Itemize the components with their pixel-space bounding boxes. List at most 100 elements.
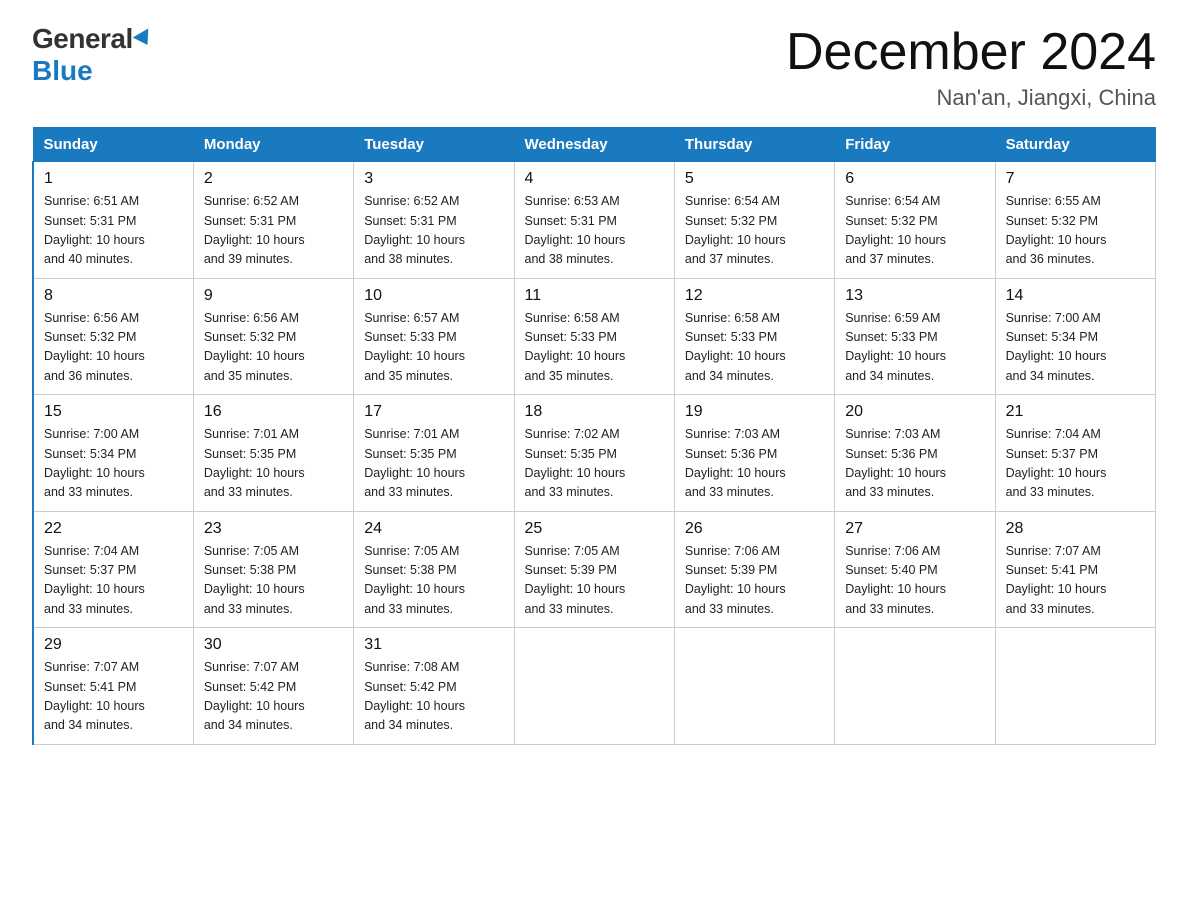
table-row: 9 Sunrise: 6:56 AM Sunset: 5:32 PM Dayli… xyxy=(193,278,353,395)
page-header: General Blue December 2024 Nan'an, Jiang… xyxy=(32,24,1156,111)
day-number: 28 xyxy=(1006,520,1145,538)
table-row: 27 Sunrise: 7:06 AM Sunset: 5:40 PM Dayl… xyxy=(835,511,995,628)
table-row: 1 Sunrise: 6:51 AM Sunset: 5:31 PM Dayli… xyxy=(33,162,193,279)
day-number: 3 xyxy=(364,170,503,188)
day-number: 29 xyxy=(44,636,183,654)
table-row: 6 Sunrise: 6:54 AM Sunset: 5:32 PM Dayli… xyxy=(835,162,995,279)
day-info: Sunrise: 7:05 AM Sunset: 5:39 PM Dayligh… xyxy=(525,542,664,620)
day-number: 12 xyxy=(685,287,824,305)
day-number: 13 xyxy=(845,287,984,305)
logo: General Blue xyxy=(32,24,153,87)
day-number: 8 xyxy=(44,287,183,305)
day-number: 20 xyxy=(845,403,984,421)
calendar-week-row: 15 Sunrise: 7:00 AM Sunset: 5:34 PM Dayl… xyxy=(33,395,1156,512)
day-info: Sunrise: 7:02 AM Sunset: 5:35 PM Dayligh… xyxy=(525,425,664,503)
table-row: 22 Sunrise: 7:04 AM Sunset: 5:37 PM Dayl… xyxy=(33,511,193,628)
table-row: 10 Sunrise: 6:57 AM Sunset: 5:33 PM Dayl… xyxy=(354,278,514,395)
table-row: 15 Sunrise: 7:00 AM Sunset: 5:34 PM Dayl… xyxy=(33,395,193,512)
day-number: 6 xyxy=(845,170,984,188)
day-info: Sunrise: 7:04 AM Sunset: 5:37 PM Dayligh… xyxy=(44,542,183,620)
day-number: 27 xyxy=(845,520,984,538)
table-row: 13 Sunrise: 6:59 AM Sunset: 5:33 PM Dayl… xyxy=(835,278,995,395)
table-row: 23 Sunrise: 7:05 AM Sunset: 5:38 PM Dayl… xyxy=(193,511,353,628)
day-number: 21 xyxy=(1006,403,1145,421)
day-info: Sunrise: 6:58 AM Sunset: 5:33 PM Dayligh… xyxy=(685,309,824,387)
table-row: 28 Sunrise: 7:07 AM Sunset: 5:41 PM Dayl… xyxy=(995,511,1155,628)
day-info: Sunrise: 7:01 AM Sunset: 5:35 PM Dayligh… xyxy=(364,425,503,503)
table-row: 29 Sunrise: 7:07 AM Sunset: 5:41 PM Dayl… xyxy=(33,628,193,745)
day-number: 26 xyxy=(685,520,824,538)
day-info: Sunrise: 7:00 AM Sunset: 5:34 PM Dayligh… xyxy=(44,425,183,503)
table-row: 4 Sunrise: 6:53 AM Sunset: 5:31 PM Dayli… xyxy=(514,162,674,279)
day-number: 18 xyxy=(525,403,664,421)
day-number: 25 xyxy=(525,520,664,538)
day-number: 17 xyxy=(364,403,503,421)
table-row: 31 Sunrise: 7:08 AM Sunset: 5:42 PM Dayl… xyxy=(354,628,514,745)
day-number: 22 xyxy=(44,520,183,538)
day-number: 15 xyxy=(44,403,183,421)
table-row: 8 Sunrise: 6:56 AM Sunset: 5:32 PM Dayli… xyxy=(33,278,193,395)
day-number: 5 xyxy=(685,170,824,188)
calendar-week-row: 1 Sunrise: 6:51 AM Sunset: 5:31 PM Dayli… xyxy=(33,162,1156,279)
table-row: 21 Sunrise: 7:04 AM Sunset: 5:37 PM Dayl… xyxy=(995,395,1155,512)
table-row: 11 Sunrise: 6:58 AM Sunset: 5:33 PM Dayl… xyxy=(514,278,674,395)
day-number: 14 xyxy=(1006,287,1145,305)
day-number: 30 xyxy=(204,636,343,654)
day-info: Sunrise: 7:05 AM Sunset: 5:38 PM Dayligh… xyxy=(364,542,503,620)
calendar-table: Sunday Monday Tuesday Wednesday Thursday… xyxy=(32,127,1156,745)
table-row: 20 Sunrise: 7:03 AM Sunset: 5:36 PM Dayl… xyxy=(835,395,995,512)
day-info: Sunrise: 7:00 AM Sunset: 5:34 PM Dayligh… xyxy=(1006,309,1145,387)
day-number: 16 xyxy=(204,403,343,421)
col-thursday: Thursday xyxy=(674,128,834,162)
table-row: 19 Sunrise: 7:03 AM Sunset: 5:36 PM Dayl… xyxy=(674,395,834,512)
table-row: 26 Sunrise: 7:06 AM Sunset: 5:39 PM Dayl… xyxy=(674,511,834,628)
day-number: 19 xyxy=(685,403,824,421)
table-row: 17 Sunrise: 7:01 AM Sunset: 5:35 PM Dayl… xyxy=(354,395,514,512)
table-row: 30 Sunrise: 7:07 AM Sunset: 5:42 PM Dayl… xyxy=(193,628,353,745)
logo-triangle-icon xyxy=(132,28,155,49)
month-year-title: December 2024 xyxy=(786,24,1156,81)
col-tuesday: Tuesday xyxy=(354,128,514,162)
table-row: 24 Sunrise: 7:05 AM Sunset: 5:38 PM Dayl… xyxy=(354,511,514,628)
day-info: Sunrise: 7:03 AM Sunset: 5:36 PM Dayligh… xyxy=(845,425,984,503)
day-info: Sunrise: 7:06 AM Sunset: 5:39 PM Dayligh… xyxy=(685,542,824,620)
day-info: Sunrise: 6:54 AM Sunset: 5:32 PM Dayligh… xyxy=(685,192,824,270)
calendar-header-row: Sunday Monday Tuesday Wednesday Thursday… xyxy=(33,128,1156,162)
day-info: Sunrise: 7:03 AM Sunset: 5:36 PM Dayligh… xyxy=(685,425,824,503)
day-info: Sunrise: 6:51 AM Sunset: 5:31 PM Dayligh… xyxy=(44,192,183,270)
table-row: 7 Sunrise: 6:55 AM Sunset: 5:32 PM Dayli… xyxy=(995,162,1155,279)
day-info: Sunrise: 7:06 AM Sunset: 5:40 PM Dayligh… xyxy=(845,542,984,620)
table-row: 3 Sunrise: 6:52 AM Sunset: 5:31 PM Dayli… xyxy=(354,162,514,279)
table-row: 2 Sunrise: 6:52 AM Sunset: 5:31 PM Dayli… xyxy=(193,162,353,279)
day-number: 24 xyxy=(364,520,503,538)
day-info: Sunrise: 6:53 AM Sunset: 5:31 PM Dayligh… xyxy=(525,192,664,270)
calendar-week-row: 22 Sunrise: 7:04 AM Sunset: 5:37 PM Dayl… xyxy=(33,511,1156,628)
day-number: 23 xyxy=(204,520,343,538)
day-info: Sunrise: 7:07 AM Sunset: 5:41 PM Dayligh… xyxy=(44,658,183,736)
day-info: Sunrise: 7:04 AM Sunset: 5:37 PM Dayligh… xyxy=(1006,425,1145,503)
logo-blue-text: Blue xyxy=(32,55,93,87)
table-row xyxy=(995,628,1155,745)
day-info: Sunrise: 6:57 AM Sunset: 5:33 PM Dayligh… xyxy=(364,309,503,387)
day-info: Sunrise: 7:07 AM Sunset: 5:41 PM Dayligh… xyxy=(1006,542,1145,620)
day-info: Sunrise: 6:55 AM Sunset: 5:32 PM Dayligh… xyxy=(1006,192,1145,270)
table-row: 5 Sunrise: 6:54 AM Sunset: 5:32 PM Dayli… xyxy=(674,162,834,279)
day-number: 31 xyxy=(364,636,503,654)
day-info: Sunrise: 6:56 AM Sunset: 5:32 PM Dayligh… xyxy=(44,309,183,387)
title-block: December 2024 Nan'an, Jiangxi, China xyxy=(786,24,1156,111)
table-row xyxy=(514,628,674,745)
day-info: Sunrise: 6:58 AM Sunset: 5:33 PM Dayligh… xyxy=(525,309,664,387)
logo-general-text: General xyxy=(32,24,153,55)
day-number: 4 xyxy=(525,170,664,188)
col-wednesday: Wednesday xyxy=(514,128,674,162)
col-saturday: Saturday xyxy=(995,128,1155,162)
day-info: Sunrise: 6:59 AM Sunset: 5:33 PM Dayligh… xyxy=(845,309,984,387)
table-row xyxy=(674,628,834,745)
table-row: 18 Sunrise: 7:02 AM Sunset: 5:35 PM Dayl… xyxy=(514,395,674,512)
day-number: 11 xyxy=(525,287,664,305)
table-row: 16 Sunrise: 7:01 AM Sunset: 5:35 PM Dayl… xyxy=(193,395,353,512)
day-number: 9 xyxy=(204,287,343,305)
day-number: 1 xyxy=(44,170,183,188)
day-number: 2 xyxy=(204,170,343,188)
day-info: Sunrise: 6:54 AM Sunset: 5:32 PM Dayligh… xyxy=(845,192,984,270)
